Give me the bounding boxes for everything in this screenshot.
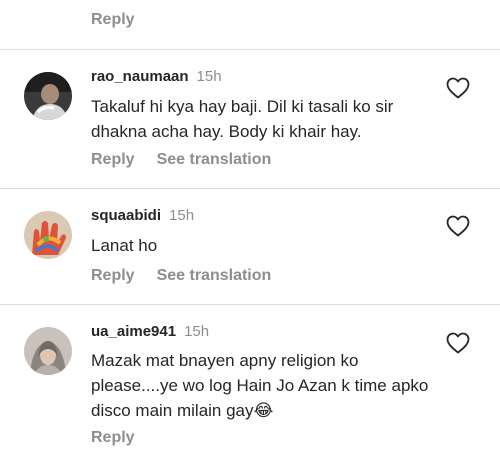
heart-outline-icon[interactable] — [446, 332, 470, 354]
comment-actions: Reply — [91, 429, 135, 447]
comment-divider — [0, 49, 500, 50]
avatar[interactable] — [24, 327, 72, 375]
heart-outline-icon[interactable] — [446, 77, 470, 99]
comment-text: Mazak mat bnayen apny religion ko please… — [91, 351, 429, 420]
comment-header: squaabidi 15h — [91, 207, 194, 224]
comment-actions: Reply See translation — [91, 267, 271, 285]
comment-divider — [0, 304, 500, 305]
reply-button[interactable]: Reply — [91, 429, 135, 446]
username[interactable]: squaabidi — [91, 207, 161, 224]
comment-divider — [0, 188, 500, 189]
comment-actions: Reply See translation — [91, 151, 271, 169]
comment-text: Takaluf hi kya hay baji. Dil ki tasali k… — [91, 97, 394, 141]
comment-header: ua_aime941 15h — [91, 323, 209, 340]
comment-text: Lanat ho — [91, 236, 158, 255]
username[interactable]: ua_aime941 — [91, 323, 176, 340]
avatar[interactable] — [24, 72, 72, 120]
see-translation-button[interactable]: See translation — [157, 151, 272, 168]
avatar[interactable] — [24, 211, 72, 259]
reply-button[interactable]: Reply — [91, 11, 135, 29]
comment-time: 15h — [169, 207, 195, 224]
comment-header: rao_naumaan 15h — [91, 68, 222, 85]
heart-outline-icon[interactable] — [446, 215, 470, 237]
username[interactable]: rao_naumaan — [91, 68, 189, 85]
reply-button[interactable]: Reply — [91, 267, 135, 284]
see-translation-button[interactable]: See translation — [157, 267, 272, 284]
comment-time: 15h — [196, 68, 222, 85]
reply-button[interactable]: Reply — [91, 151, 135, 168]
comment-time: 15h — [184, 323, 210, 340]
